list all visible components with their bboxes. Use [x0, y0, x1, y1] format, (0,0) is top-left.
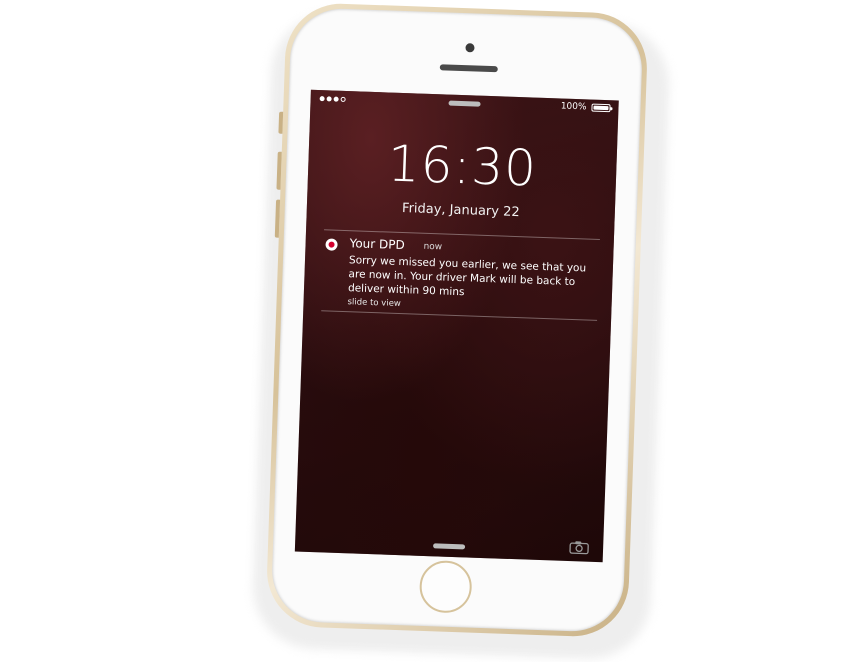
lock-screen[interactable]: 100% 16:30 Friday, January 22 Your DPD n… [294, 89, 619, 563]
notification-time: now [423, 241, 443, 253]
notification-message: Sorry we missed you earlier, we see that… [347, 254, 587, 299]
home-button[interactable] [418, 559, 473, 614]
battery-fill [593, 105, 609, 111]
camera-icon[interactable] [569, 540, 589, 555]
lock-screen-clock: 16:30 [386, 134, 538, 198]
lock-screen-date: Friday, January 22 [401, 201, 520, 221]
notification-card[interactable]: Your DPD now Sorry we missed you earlier… [324, 234, 600, 309]
volume-down-button[interactable] [274, 199, 281, 238]
notification-center-handle[interactable] [448, 100, 481, 107]
stage: 100% 16:30 Friday, January 22 Your DPD n… [0, 0, 864, 662]
signal-dot [333, 96, 339, 102]
notification-slide-to-view[interactable]: slide to view [347, 297, 401, 309]
signal-dot-empty [340, 96, 346, 102]
notification-app-name: Your DPD [349, 236, 405, 253]
divider-bottom [321, 310, 598, 321]
dpd-app-icon [325, 238, 338, 251]
phone-face: 100% 16:30 Friday, January 22 Your DPD n… [270, 7, 644, 633]
battery-icon [591, 103, 613, 113]
mute-switch[interactable] [278, 111, 284, 134]
control-center-handle[interactable] [433, 543, 466, 550]
phone-device: 100% 16:30 Friday, January 22 Your DPD n… [265, 1, 649, 639]
volume-up-button[interactable] [276, 151, 282, 190]
battery-tip [610, 107, 613, 111]
signal-dot [319, 96, 325, 102]
status-bar: 100% [310, 90, 618, 119]
battery-percentage: 100% [560, 101, 587, 113]
earpiece-speaker [439, 64, 498, 73]
front-camera [465, 43, 475, 53]
signal-icon [319, 96, 346, 102]
signal-dot [326, 96, 332, 102]
